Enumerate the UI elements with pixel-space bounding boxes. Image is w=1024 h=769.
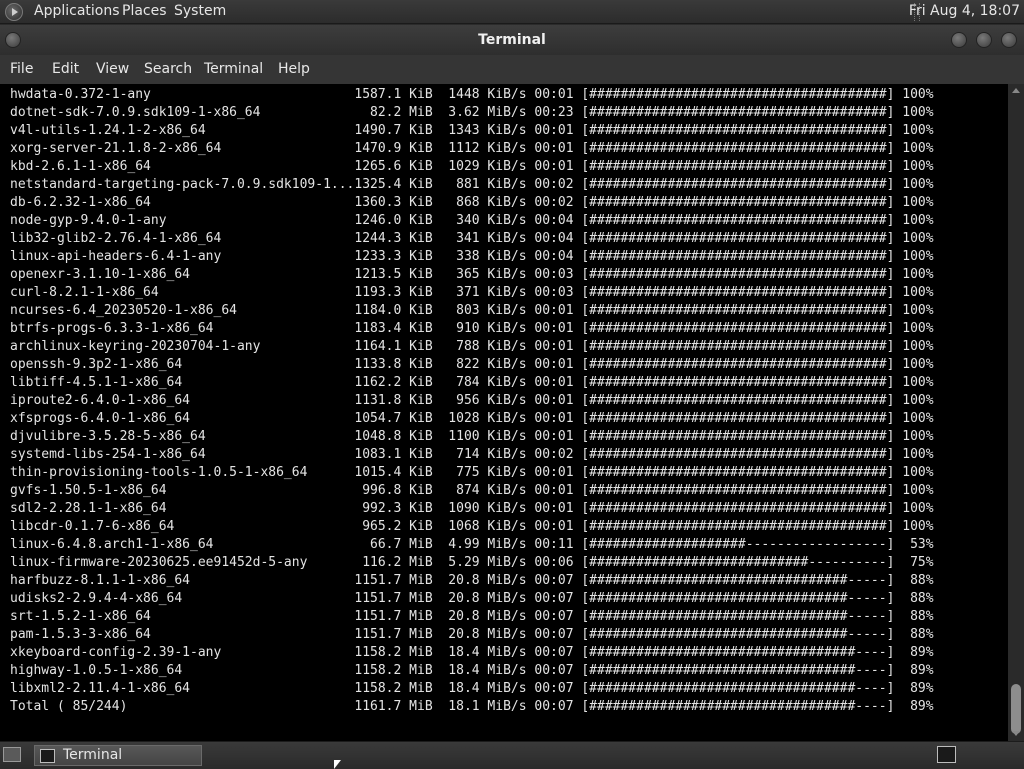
terminal-line: archlinux-keyring-20230704-1-any 1164.1 … xyxy=(10,339,934,354)
menu-terminal[interactable]: Terminal xyxy=(204,61,263,77)
terminal-line: systemd-libs-254-1-x86_64 1083.1 KiB 714… xyxy=(10,447,934,462)
menu-system[interactable]: System xyxy=(174,3,226,19)
menu-file[interactable]: File xyxy=(10,61,33,77)
window-title: Terminal xyxy=(478,32,546,48)
top-panel: Applications Places System Fri Aug 4, 18… xyxy=(0,0,1024,24)
terminal-line: netstandard-targeting-pack-7.0.9.sdk109-… xyxy=(10,177,934,192)
terminal-line: xfsprogs-6.4.0-1-x86_64 1054.7 KiB 1028 … xyxy=(10,411,934,426)
taskbar-item-label: Terminal xyxy=(63,747,123,763)
terminal-line: curl-8.2.1-1-x86_64 1193.3 KiB 371 KiB/s… xyxy=(10,285,934,300)
bottom-panel: Terminal xyxy=(0,741,1024,768)
terminal-line: xorg-server-21.1.8-2-x86_64 1470.9 KiB 1… xyxy=(10,141,934,156)
scroll-up-icon[interactable] xyxy=(1012,88,1020,93)
terminal-line: db-6.2.32-1-x86_64 1360.3 KiB 868 KiB/s … xyxy=(10,195,934,210)
maximize-icon[interactable] xyxy=(976,32,992,48)
terminal-line: thin-provisioning-tools-1.0.5-1-x86_64 1… xyxy=(10,465,934,480)
terminal-line: openexr-3.1.10-1-x86_64 1213.5 KiB 365 K… xyxy=(10,267,934,282)
terminal-line: libcdr-0.1.7-6-x86_64 965.2 KiB 1068 KiB… xyxy=(10,519,934,534)
terminal-line: sdl2-2.28.1-1-x86_64 992.3 KiB 1090 KiB/… xyxy=(10,501,934,516)
terminal-lines: hwdata-0.372-1-any 1587.1 KiB 1448 KiB/s… xyxy=(10,86,934,716)
terminal-line: v4l-utils-1.24.1-2-x86_64 1490.7 KiB 134… xyxy=(10,123,934,138)
terminal-line: ncurses-6.4_20230520-1-x86_64 1184.0 KiB… xyxy=(10,303,934,318)
terminal-line: kbd-2.6.1-1-x86_64 1265.6 KiB 1029 KiB/s… xyxy=(10,159,934,174)
terminal-line: linux-api-headers-6.4-1-any 1233.3 KiB 3… xyxy=(10,249,934,264)
terminal-line: lib32-glib2-2.76.4-1-x86_64 1244.3 KiB 3… xyxy=(10,231,934,246)
terminal-line: highway-1.0.5-1-x86_64 1158.2 MiB 18.4 M… xyxy=(10,663,934,678)
scrollbar[interactable] xyxy=(1008,84,1024,741)
terminal-line: udisks2-2.9.4-4-x86_64 1151.7 MiB 20.8 M… xyxy=(10,591,934,606)
terminal-line: Total ( 85/244) 1161.7 MiB 18.1 MiB/s 00… xyxy=(10,699,934,714)
menu-applications[interactable]: Applications xyxy=(34,3,120,19)
minimize-icon[interactable] xyxy=(951,32,967,48)
terminal-line: linux-6.4.8.arch1-1-x86_64 66.7 MiB 4.99… xyxy=(10,537,934,552)
menubar: File Edit View Search Terminal Help xyxy=(0,55,1024,84)
menu-edit[interactable]: Edit xyxy=(52,61,79,77)
menu-places[interactable]: Places xyxy=(122,3,167,19)
terminal-line: iproute2-6.4.0-1-x86_64 1131.8 KiB 956 K… xyxy=(10,393,934,408)
distro-logo-icon[interactable] xyxy=(5,3,23,21)
menu-help[interactable]: Help xyxy=(278,61,310,77)
terminal-line: hwdata-0.372-1-any 1587.1 KiB 1448 KiB/s… xyxy=(10,87,934,102)
terminal-icon xyxy=(40,749,55,763)
window-titlebar[interactable]: Terminal xyxy=(0,25,1024,55)
terminal-line: djvulibre-3.5.28-5-x86_64 1048.8 KiB 110… xyxy=(10,429,934,444)
taskbar-item-terminal[interactable]: Terminal xyxy=(34,745,202,766)
terminal-line: xkeyboard-config-2.39-1-any 1158.2 MiB 1… xyxy=(10,645,934,660)
menu-view[interactable]: View xyxy=(96,61,129,77)
close-icon[interactable] xyxy=(1001,32,1017,48)
terminal-line: openssh-9.3p2-1-x86_64 1133.8 KiB 822 Ki… xyxy=(10,357,934,372)
terminal-line: libxml2-2.11.4-1-x86_64 1158.2 MiB 18.4 … xyxy=(10,681,934,696)
clock[interactable]: Fri Aug 4, 18:07 xyxy=(909,3,1020,19)
terminal-line: gvfs-1.50.5-1-x86_64 996.8 KiB 874 KiB/s… xyxy=(10,483,934,498)
menu-search[interactable]: Search xyxy=(144,61,192,77)
workspace-switcher-icon[interactable] xyxy=(937,746,956,763)
show-desktop-icon[interactable] xyxy=(3,747,21,762)
terminal-line: harfbuzz-8.1.1-1-x86_64 1151.7 MiB 20.8 … xyxy=(10,573,934,588)
terminal-line: node-gyp-9.4.0-1-any 1246.0 KiB 340 KiB/… xyxy=(10,213,934,228)
terminal-line: linux-firmware-20230625.ee91452d-5-any 1… xyxy=(10,555,934,570)
scroll-down-icon[interactable] xyxy=(1012,731,1020,736)
scroll-thumb[interactable] xyxy=(1011,684,1021,734)
terminal-line: libtiff-4.5.1-1-x86_64 1162.2 KiB 784 Ki… xyxy=(10,375,934,390)
terminal-line: srt-1.5.2-1-x86_64 1151.7 MiB 20.8 MiB/s… xyxy=(10,609,934,624)
terminal-line: dotnet-sdk-7.0.9.sdk109-1-x86_64 82.2 Mi… xyxy=(10,105,934,120)
terminal-output[interactable]: hwdata-0.372-1-any 1587.1 KiB 1448 KiB/s… xyxy=(0,84,1008,741)
terminal-line: btrfs-progs-6.3.3-1-x86_64 1183.4 KiB 91… xyxy=(10,321,934,336)
terminal-line: pam-1.5.3-3-x86_64 1151.7 MiB 20.8 MiB/s… xyxy=(10,627,934,642)
